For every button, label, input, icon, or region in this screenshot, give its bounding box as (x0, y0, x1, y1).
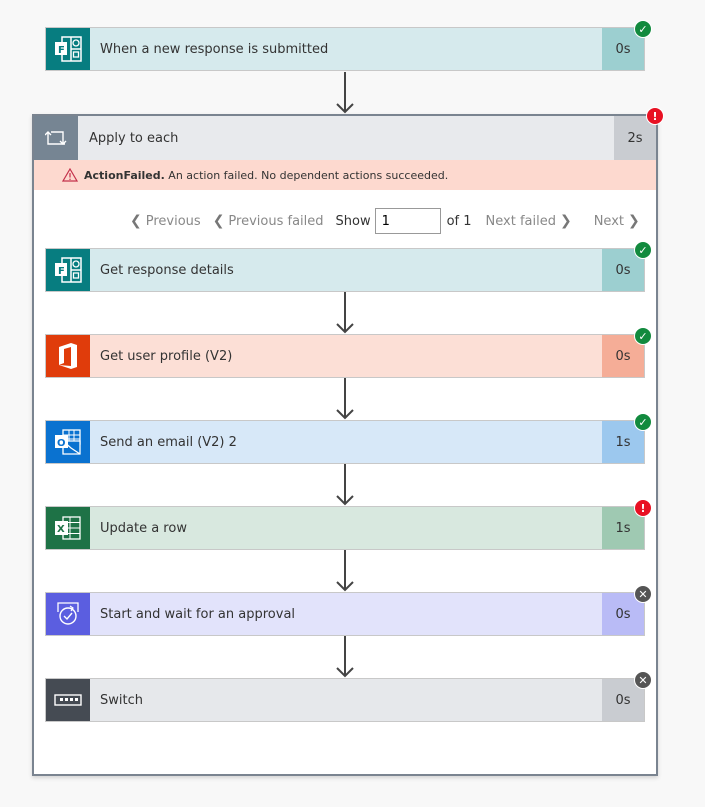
error-banner: ActionFailed. An action failed. No depen… (34, 160, 656, 190)
error-code: ActionFailed. (84, 168, 165, 182)
action-card[interactable]: O Send an email (V2) 2 1s (45, 420, 645, 464)
action-title: Start and wait for an approval (90, 593, 602, 635)
trigger-title: When a new response is submitted (90, 28, 602, 70)
svg-text:X: X (57, 524, 65, 535)
arrow-connector (336, 464, 354, 506)
chevron-left-icon: ❮ (212, 213, 225, 229)
error-badge-icon: ! (634, 499, 652, 517)
action-title: Send an email (V2) 2 (90, 421, 602, 463)
action-title: Switch (90, 679, 602, 721)
success-badge-icon: ✓ (634, 20, 652, 38)
apply-to-each-header[interactable]: Apply to each 2s (34, 116, 656, 160)
success-badge-icon: ✓ (634, 413, 652, 431)
previous-failed-label: Previous failed (228, 213, 324, 229)
next-failed-button[interactable]: Next failed ❯ (486, 213, 572, 229)
skipped-badge-icon: ✕ (634, 671, 652, 689)
action-card[interactable]: Start and wait for an approval 0s (45, 592, 645, 636)
svg-text:F: F (58, 266, 65, 277)
outlook-icon: O (46, 421, 90, 463)
loop-icon (34, 116, 78, 160)
approval-icon (46, 593, 90, 635)
chevron-right-icon: ❯ (559, 213, 572, 229)
arrow-connector (336, 550, 354, 592)
previous-button[interactable]: ❮ Previous (130, 213, 201, 229)
excel-icon: X (46, 507, 90, 549)
loop-title: Apply to each (89, 130, 179, 146)
trigger-card[interactable]: F When a new response is submitted 0s (45, 27, 645, 71)
arrow-connector (336, 72, 354, 114)
previous-label: Previous (145, 213, 201, 229)
error-badge-icon: ! (646, 107, 664, 125)
arrow-connector (336, 636, 354, 678)
of-total-label: of 1 (446, 213, 472, 229)
show-label: Show (335, 213, 371, 229)
warning-icon (62, 168, 78, 182)
error-message: An action failed. No dependent actions s… (164, 168, 449, 182)
action-card[interactable]: F Get response details 0s (45, 248, 645, 292)
next-failed-label: Next failed (485, 213, 556, 229)
chevron-left-icon: ❮ (130, 213, 142, 229)
chevron-right-icon: ❯ (628, 213, 640, 229)
action-title: Get user profile (V2) (90, 335, 602, 377)
next-button[interactable]: Next ❯ (594, 213, 640, 229)
iteration-input[interactable] (374, 208, 441, 234)
iteration-pager: ❮Previous ❮Previous failed Show of 1 Nex… (130, 208, 652, 234)
action-title: Update a row (90, 507, 602, 549)
action-card[interactable]: Get user profile (V2) 0s (45, 334, 645, 378)
forms-icon: F (46, 28, 90, 70)
action-title: Get response details (90, 249, 602, 291)
success-badge-icon: ✓ (634, 241, 652, 259)
success-badge-icon: ✓ (634, 327, 652, 345)
action-card[interactable]: Switch 0s (45, 678, 645, 722)
forms-icon: F (46, 249, 90, 291)
skipped-badge-icon: ✕ (634, 585, 652, 603)
arrow-connector (336, 378, 354, 420)
office-icon (46, 335, 90, 377)
svg-text:O: O (57, 438, 66, 449)
next-label: Next (593, 213, 624, 229)
switch-icon (46, 679, 90, 721)
previous-failed-button[interactable]: ❮ Previous failed (213, 213, 324, 229)
arrow-connector (336, 292, 354, 334)
action-card[interactable]: X Update a row 1s (45, 506, 645, 550)
svg-text:F: F (58, 45, 65, 56)
